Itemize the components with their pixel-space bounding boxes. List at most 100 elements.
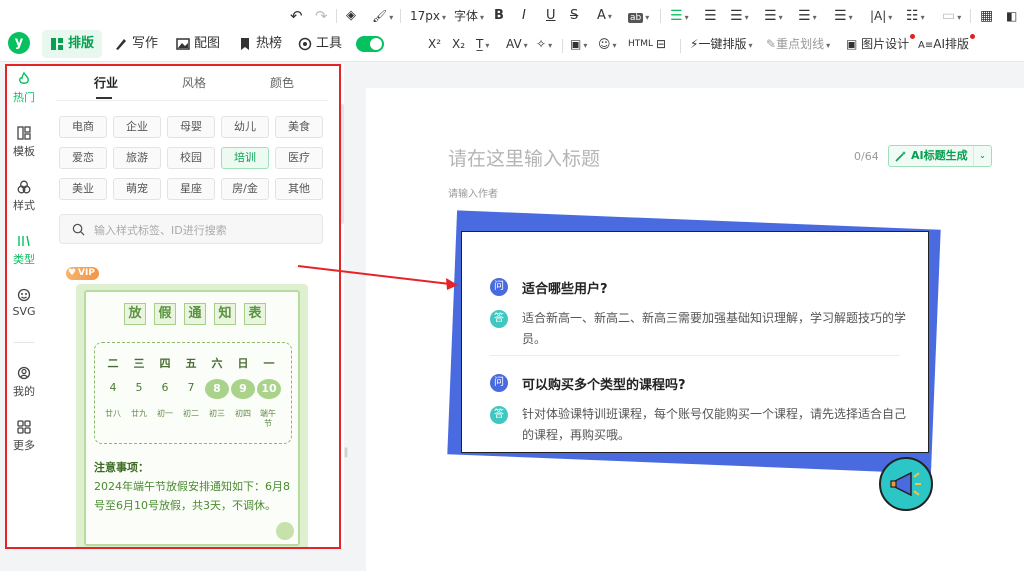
style-panel: 行业 风格 颜色 电商 企业 母婴 幼儿 美食 爱恋 旅游 校园 培训 医疗 美… — [42, 64, 344, 548]
weekday-label: 六 — [211, 357, 223, 370]
chevron-down-icon[interactable]: ⌄ — [973, 146, 991, 166]
font-color-button[interactable]: A ▾ — [597, 4, 612, 28]
text-style-icon[interactable]: T̲ ▾ — [476, 34, 489, 54]
grid-icon — [17, 420, 31, 434]
italic-button[interactable]: I — [522, 4, 526, 28]
clear-format-icon[interactable]: ◈ — [346, 4, 356, 28]
card-title-char: 知 — [214, 303, 236, 325]
tab-color[interactable]: 颜色 — [270, 74, 294, 91]
rail-item-type[interactable]: 类型 — [6, 234, 42, 274]
background-color-button[interactable]: ab ▾ — [628, 4, 649, 28]
panel-collapse-handle[interactable]: ‖ — [343, 442, 349, 464]
editor-canvas: 0/64 AI标题生成 ⌄ 问 适合哪些用户? 答 适合新高一、新高二、新高三需… — [366, 88, 1024, 571]
card-title: 放假通知表 — [124, 302, 274, 326]
question-text: 可以购买多个类型的课程吗? — [522, 378, 686, 393]
briefcase-icon[interactable]: ⊟ — [656, 34, 666, 54]
letter-spacing-icon[interactable]: |A| ▾ — [870, 4, 892, 28]
redo-icon[interactable]: ↷ — [315, 4, 328, 28]
rail-item-mine[interactable]: 我的 — [6, 366, 42, 406]
vip-badge: VIP — [66, 267, 99, 280]
tab-industry[interactable]: 行业 — [94, 74, 118, 91]
tab-images[interactable]: 配图 — [176, 30, 220, 58]
bullet-list-icon[interactable]: ☷ ▾ — [906, 4, 925, 28]
align-left-icon[interactable]: ☰ ▾ — [670, 4, 689, 28]
tag-button[interactable]: 医疗 — [275, 147, 323, 169]
tag-button[interactable]: 电商 — [59, 116, 107, 138]
tag-button[interactable]: 美业 — [59, 178, 107, 200]
insert-image-icon[interactable]: ▣ ▾ — [570, 34, 587, 54]
divider — [680, 39, 681, 53]
brush-icon: ✎ — [766, 37, 777, 51]
rail-item-style[interactable]: 样式 — [6, 180, 42, 220]
one-click-layout-button[interactable]: ⚡一键排版 ▾ — [690, 34, 752, 54]
style-search-input[interactable] — [94, 221, 314, 239]
tab-style[interactable]: 风格 — [182, 74, 206, 91]
question-badge: 问 — [490, 278, 508, 296]
indent-icon[interactable]: ☰ ▾ — [730, 4, 749, 28]
highlight-line-button[interactable]: ✎重点划线 ▾ — [766, 34, 830, 54]
list-icon[interactable]: ☰ ▾ — [834, 4, 853, 28]
subscript-button[interactable]: X₂ — [452, 34, 465, 54]
author-input[interactable] — [448, 186, 648, 202]
article-title-input[interactable] — [448, 144, 828, 174]
format-painter-icon[interactable]: 🖌 ▾ — [372, 4, 393, 28]
style-preview-card[interactable]: 放假通知表 二 三 四 五 六 日 一 4 5 6 7 8 9 10 廿八 廿九… — [76, 284, 308, 548]
answer-badge: 答 — [490, 406, 508, 424]
bold-button[interactable]: B — [494, 4, 504, 28]
template-icon — [17, 126, 31, 140]
image-icon — [176, 38, 190, 50]
user-icon — [17, 366, 31, 380]
divider — [336, 9, 337, 23]
divider — [970, 9, 971, 23]
tag-button[interactable]: 星座 — [167, 178, 215, 200]
tag-button[interactable]: 其他 — [275, 178, 323, 200]
ai-layout-button[interactable]: A≡AI排版 — [918, 34, 975, 54]
feature-toggle[interactable] — [356, 36, 384, 52]
more-icon[interactable]: ◧ — [1006, 4, 1017, 28]
tag-button[interactable]: 旅游 — [113, 147, 161, 169]
tag-button-active[interactable]: 培训 — [221, 147, 269, 169]
question-badge: 问 — [490, 374, 508, 392]
tab-writing[interactable]: 写作 — [114, 30, 158, 58]
pen-icon — [116, 39, 126, 50]
tag-button[interactable]: 校园 — [167, 147, 215, 169]
rail-item-hot[interactable]: 热门 — [6, 72, 42, 112]
qa-card[interactable]: 问 适合哪些用户? 答 适合新高一、新高二、新高三需要加强基础知识理解，学习解题… — [461, 231, 929, 453]
font-size-select[interactable]: 17px ▾ — [410, 4, 446, 28]
letter-spacing-icon[interactable]: AV ▾ — [506, 34, 528, 54]
app-logo[interactable]: y — [8, 32, 30, 54]
tag-button[interactable]: 萌宠 — [113, 178, 161, 200]
tag-button[interactable]: 幼儿 — [221, 116, 269, 138]
card-title-char: 假 — [154, 303, 176, 325]
disabled-tool-icon: ▭ ▾ — [942, 8, 962, 24]
strikethrough-button[interactable]: S — [570, 4, 578, 28]
ai-title-generate-button[interactable]: AI标题生成 ⌄ — [888, 145, 992, 167]
image-design-button[interactable]: ▣ 图片设计 — [846, 34, 916, 54]
tab-tools[interactable]: 工具 — [298, 30, 342, 58]
table-icon[interactable]: ▦ — [980, 4, 993, 28]
rail-item-template[interactable]: 模板 — [6, 126, 42, 166]
tab-trending[interactable]: 热榜 — [238, 30, 282, 58]
tag-button[interactable]: 母婴 — [167, 116, 215, 138]
font-family-select[interactable]: 字体 ▾ — [454, 4, 484, 28]
html-icon[interactable]: HTML — [628, 34, 653, 54]
line-height-icon[interactable]: ☰ ▾ — [764, 4, 783, 28]
tag-button[interactable]: 企业 — [113, 116, 161, 138]
panel-scrollbar[interactable] — [340, 104, 344, 224]
undo-icon[interactable]: ↶ — [290, 4, 303, 28]
align-center-icon[interactable]: ☰ — [704, 4, 717, 28]
underline-button[interactable]: U — [546, 4, 556, 28]
notification-dot — [910, 34, 916, 39]
tab-layout[interactable]: 排版 — [42, 30, 103, 58]
holiday-date-cell: 8 — [205, 379, 229, 399]
paragraph-spacing-icon[interactable]: ☰ ▾ — [798, 4, 817, 28]
emoji-icon[interactable]: ☺ ▾ — [598, 34, 617, 54]
rail-item-more[interactable]: 更多 — [6, 420, 42, 460]
notification-dot — [969, 34, 975, 39]
superscript-button[interactable]: X² — [428, 34, 441, 54]
rail-item-svg[interactable]: SVG — [6, 288, 42, 328]
tag-button[interactable]: 房/金 — [221, 178, 269, 200]
tag-button[interactable]: 爱恋 — [59, 147, 107, 169]
magic-wand-icon[interactable]: ✧ ▾ — [536, 34, 552, 54]
tag-button[interactable]: 美食 — [275, 116, 323, 138]
